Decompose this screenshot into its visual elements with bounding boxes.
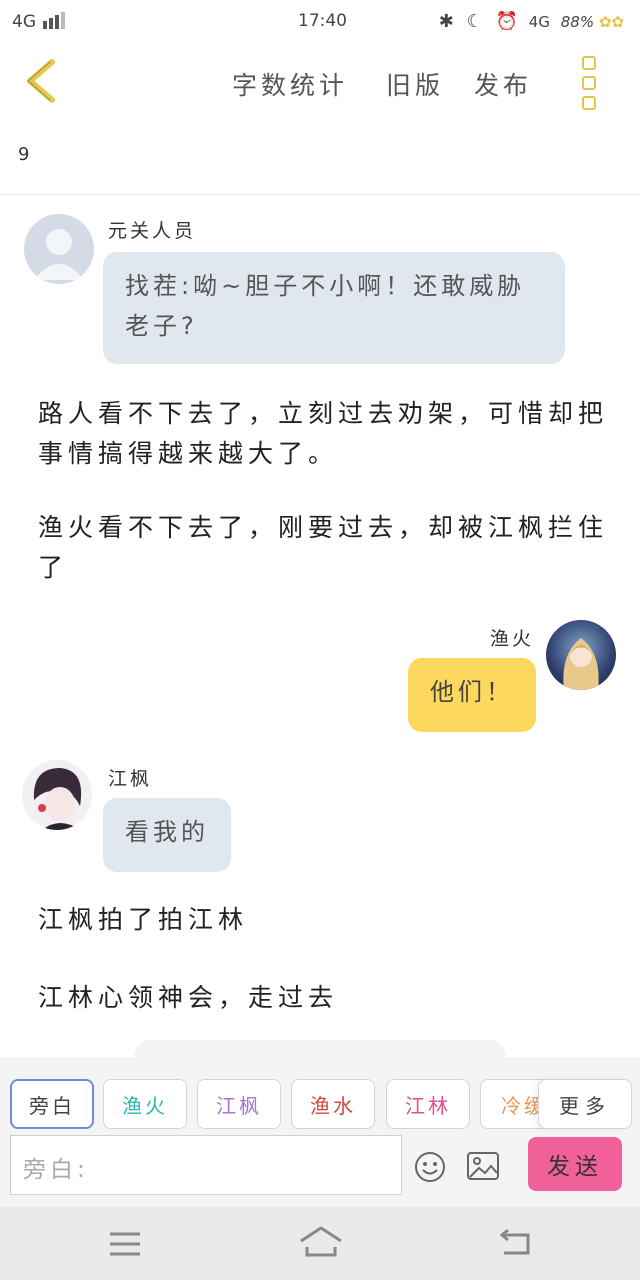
bluetooth-icon: ✱ [438, 11, 454, 32]
back-icon[interactable] [24, 58, 58, 104]
avatar-default[interactable] [24, 214, 94, 284]
narration-text: 江枫拍了拍江林 [38, 905, 249, 934]
signal-icon [43, 12, 66, 29]
word-count-link[interactable]: 字数统计 [232, 66, 348, 102]
avatar-yuhuo[interactable] [546, 620, 616, 690]
anime-girl-icon [563, 638, 599, 690]
alarm-icon: ⏰ [495, 11, 518, 32]
old-version-link[interactable]: 旧版 [386, 66, 444, 102]
compose-panel: 旁白 渔火 江枫 渔水 江林 冷缓 更多 旁白: 发送 [0, 1057, 640, 1207]
publish-link[interactable]: 发布 [474, 66, 532, 102]
network-label-right: 4G [528, 13, 550, 31]
character-chip[interactable]: 江林 [386, 1079, 470, 1129]
image-icon[interactable] [466, 1151, 500, 1181]
home-icon[interactable] [298, 1225, 344, 1259]
status-time: 17:40 [298, 11, 347, 31]
menu-icon[interactable] [108, 1231, 142, 1257]
message-bubble[interactable]: 他们！ [408, 658, 536, 732]
word-count-value: 9 [18, 144, 30, 165]
moon-icon: ☾ [466, 11, 483, 32]
divider [0, 194, 640, 195]
chip-label: 渔火 [122, 1093, 168, 1118]
top-nav: 字数统计 旧版 发布 [0, 44, 640, 124]
chip-label: 江枫 [216, 1093, 262, 1118]
message-bubble[interactable]: 找茬:呦~胆子不小啊！还敢威胁老子? [103, 252, 565, 364]
message-input[interactable]: 旁白: [10, 1135, 402, 1195]
message-bubble[interactable]: 看我的 [103, 798, 231, 872]
status-bar: 4G 17:40 ✱ ☾ ⏰ 4G 88% ✿✿ [0, 0, 640, 44]
back-nav-icon[interactable] [498, 1229, 532, 1257]
more-characters-button[interactable]: 更多 [538, 1079, 632, 1129]
character-chip-narrator[interactable]: 旁白 [10, 1079, 94, 1129]
battery-label: 88% [560, 13, 595, 31]
chip-label: 旁白 [29, 1093, 75, 1118]
narration-text: 路人看不下去了，立刻过去劝架，可惜却把事情搞得越来越大了。 [38, 399, 609, 468]
chip-label: 渔水 [310, 1093, 356, 1118]
chip-label: 江林 [405, 1093, 451, 1118]
speaker-name: 元关人员 [108, 220, 197, 242]
status-right: ✱ ☾ ⏰ 4G 88% ✿✿ [439, 11, 624, 32]
narration-text: 渔火看不下去了，刚要过去，却被江枫拦住了 [38, 513, 609, 582]
speaker-name: 渔火 [490, 628, 535, 650]
emoji-icon[interactable] [414, 1151, 446, 1183]
system-nav-bar [0, 1207, 640, 1280]
speaker-name: 江枫 [108, 768, 153, 790]
send-button[interactable]: 发送 [528, 1137, 622, 1191]
character-chip[interactable]: 江枫 [197, 1079, 281, 1129]
status-left: 4G [12, 11, 67, 32]
character-chip[interactable]: 渔水 [291, 1079, 375, 1129]
more-menu-icon[interactable] [582, 56, 596, 116]
network-label: 4G [12, 12, 36, 32]
character-chip[interactable]: 渔火 [103, 1079, 187, 1129]
avatar-jiangfeng[interactable] [22, 760, 92, 830]
person-icon [34, 229, 84, 280]
anime-boy-icon [33, 768, 82, 830]
flower-icon: ✿✿ [598, 13, 624, 31]
narration-text: 江林心领神会，走过去 [38, 983, 339, 1012]
